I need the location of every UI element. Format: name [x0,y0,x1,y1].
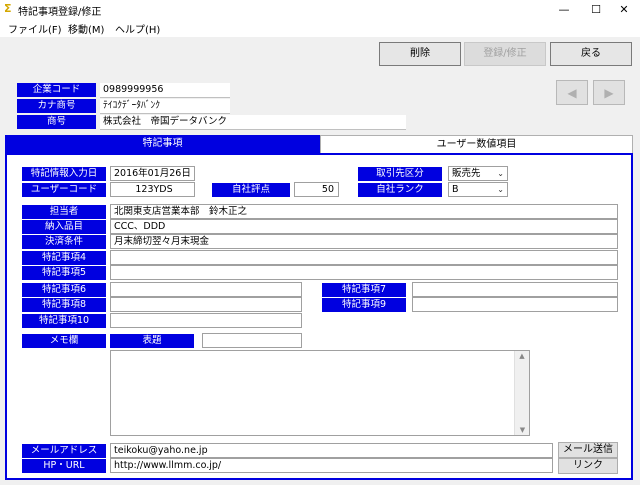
chevron-down-icon: ⌄ [497,185,504,194]
memo-label: メモ欄 [22,334,106,348]
url-field[interactable]: http://www.llmm.co.jp/ [110,458,553,473]
entry-date-label: 特記情報入力日 [22,167,106,181]
window-title: 特記事項登録/修正 [18,7,102,18]
partner-type-value: 販売先 [452,168,481,179]
delete-button[interactable]: 削除 [379,42,461,66]
close-button[interactable]: ✕ [608,0,640,19]
entry-date-field[interactable]: 2016年01月26日 [110,166,195,181]
note10-field[interactable] [110,313,302,328]
company-name-label: 商号 [17,115,96,129]
email-label: メールアドレス [22,444,106,458]
note7-field[interactable] [412,282,618,297]
next-record-icon[interactable]: ▶ [593,80,625,105]
menu-move[interactable]: 移動(M) [68,21,104,36]
note7-label: 特記事項7 [322,283,406,297]
partner-type-select[interactable]: 販売先 ⌄ [448,166,508,181]
subject-field[interactable] [202,333,302,348]
menu-help[interactable]: ヘルプ(H) [115,21,160,36]
tab-notes[interactable]: 特記事項 [5,135,320,153]
scroll-down-icon[interactable]: ▼ [515,425,530,435]
note6-field[interactable] [110,282,302,297]
company-name-value: 株式会社 帝国データバンク [100,115,406,130]
payment-label: 決済条件 [22,235,106,249]
note5-label: 特記事項5 [22,266,106,280]
note8-field[interactable] [110,297,302,312]
user-code-label: ユーザーコード [22,183,106,197]
rating-label: 自社評点 [212,183,290,197]
company-code-label: 企業コード [17,83,96,97]
person-label: 担当者 [22,205,106,219]
subject-label: 表題 [110,334,194,348]
url-label: HP・URL [22,459,106,473]
kana-name-label: カナ商号 [17,99,96,113]
note10-label: 特記事項10 [22,314,106,328]
link-button[interactable]: リンク [558,458,618,474]
send-mail-button[interactable]: メール送信 [558,442,618,458]
chevron-down-icon: ⌄ [497,169,504,178]
rating-field[interactable]: 50 [294,182,339,197]
memo-textarea[interactable] [110,350,530,436]
register-button[interactable]: 登録/修正 [464,42,546,66]
minimize-button[interactable]: — [548,0,580,19]
note4-label: 特記事項4 [22,251,106,265]
email-field[interactable]: teikoku@yaho.ne.jp [110,443,553,458]
partner-type-label: 取引先区分 [358,167,442,181]
payment-field[interactable]: 月末締切翌々月末現金 [110,234,618,249]
rank-label: 自社ランク [358,183,442,197]
rank-select[interactable]: B ⌄ [448,182,508,197]
back-button[interactable]: 戻る [550,42,632,66]
rank-value: B [452,184,459,195]
person-field[interactable]: 北関東支店営業本部 鈴木正之 [110,204,618,219]
company-code-value: 0989999956 [100,83,230,98]
scroll-up-icon[interactable]: ▲ [515,351,529,361]
note5-field[interactable] [110,265,618,280]
menu-file[interactable]: ファイル(F) [8,21,62,36]
prev-record-icon[interactable]: ◀ [556,80,588,105]
note9-field[interactable] [412,297,618,312]
note6-label: 特記事項6 [22,283,106,297]
user-code-field[interactable]: 123YDS [110,182,195,197]
memo-scrollbar[interactable]: ▲ ▼ [514,351,529,435]
products-label: 納入品目 [22,220,106,234]
products-field[interactable]: CCC、DDD [110,219,618,234]
note4-field[interactable] [110,250,618,265]
app-icon: Σ [4,2,12,15]
tab-user-numeric[interactable]: ユーザー数値項目 [320,135,633,153]
kana-name-value: ﾃｲｺｸﾃﾞｰﾀﾊﾞﾝｸ [100,99,230,114]
note8-label: 特記事項8 [22,298,106,312]
note9-label: 特記事項9 [322,298,406,312]
